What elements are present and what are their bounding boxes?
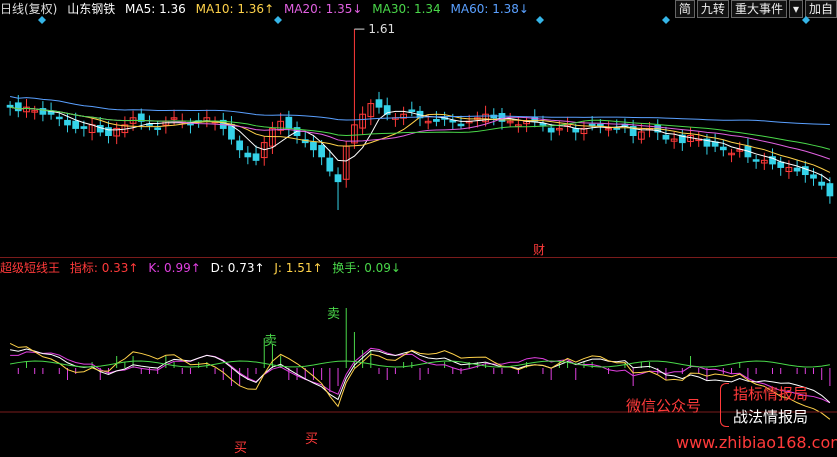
finance-marker-label: 财 xyxy=(533,243,545,257)
candle-body-1 xyxy=(14,102,22,112)
signal-label-0: 卖 xyxy=(264,334,277,349)
signal-label-2: 买 xyxy=(234,441,247,456)
indicator-name[interactable]: 超级短线王 xyxy=(0,261,60,275)
watermark-wechat: 微信公众号 xyxy=(626,397,702,415)
indicator-index: 指标: 0.33↑ xyxy=(69,261,139,275)
watermark-line1: 指标情报局 xyxy=(733,385,809,403)
candle-body-71 xyxy=(588,123,596,127)
signal-label-3: 买 xyxy=(305,432,318,447)
candle-body-66 xyxy=(547,127,555,133)
candlestick-chart[interactable]: 1.61财卖卖买买 xyxy=(0,0,837,457)
event-diamond-icon-2 xyxy=(536,16,544,24)
watermark-site: www.zhibiao168.com xyxy=(676,433,837,452)
indicator-header: 超级短线王 指标: 0.33↑ K: 0.99↑ D: 0.73↑ J: 1.5… xyxy=(0,259,407,277)
candle-body-34 xyxy=(285,116,293,129)
indicator-k: K: 0.99↑ xyxy=(148,261,201,275)
event-diamond-icon-3 xyxy=(662,16,670,24)
watermark-line2: 战法情报局 xyxy=(733,408,809,426)
candle-body-91 xyxy=(752,159,760,162)
candle-body-99 xyxy=(818,181,826,186)
event-diamond-icon-4 xyxy=(802,16,810,24)
candle-body-100 xyxy=(826,183,834,197)
candle-body-8 xyxy=(72,120,80,129)
signal-label-1: 卖 xyxy=(327,307,340,322)
candle-body-28 xyxy=(236,140,244,151)
watermark-brace xyxy=(720,383,729,427)
candle-body-30 xyxy=(252,153,260,161)
candle-body-7 xyxy=(64,119,71,126)
candle-body-87 xyxy=(719,146,727,151)
candle-body-45 xyxy=(375,99,383,108)
candle-body-96 xyxy=(793,167,801,172)
candle-body-55 xyxy=(457,123,465,127)
pane-divider[interactable] xyxy=(0,257,837,258)
candle-body-80 xyxy=(662,134,670,140)
indicator-d: D: 0.73↑ xyxy=(210,261,265,275)
event-diamond-icon-1 xyxy=(274,16,282,24)
indicator-j: J: 1.51↑ xyxy=(274,261,323,275)
candle-body-18 xyxy=(154,127,162,130)
indicator-turnover: 换手: 0.09↓ xyxy=(332,261,401,275)
event-diamond-icon-0 xyxy=(38,16,46,24)
candle-body-29 xyxy=(244,152,252,158)
candle-body-38 xyxy=(318,145,325,158)
candle-body-9 xyxy=(80,126,88,129)
candle-body-98 xyxy=(810,174,817,179)
candle-body-52 xyxy=(433,119,440,122)
candle-body-0 xyxy=(6,104,14,108)
candle-body-72 xyxy=(596,123,604,127)
candle-body-37 xyxy=(310,141,317,151)
candle-body-39 xyxy=(326,157,334,172)
candle-body-6 xyxy=(55,116,63,120)
candle-body-49 xyxy=(408,109,416,112)
candle-body-40 xyxy=(334,174,342,183)
candle-body-94 xyxy=(777,161,785,168)
high-marker-label: 1.61 xyxy=(368,22,395,36)
